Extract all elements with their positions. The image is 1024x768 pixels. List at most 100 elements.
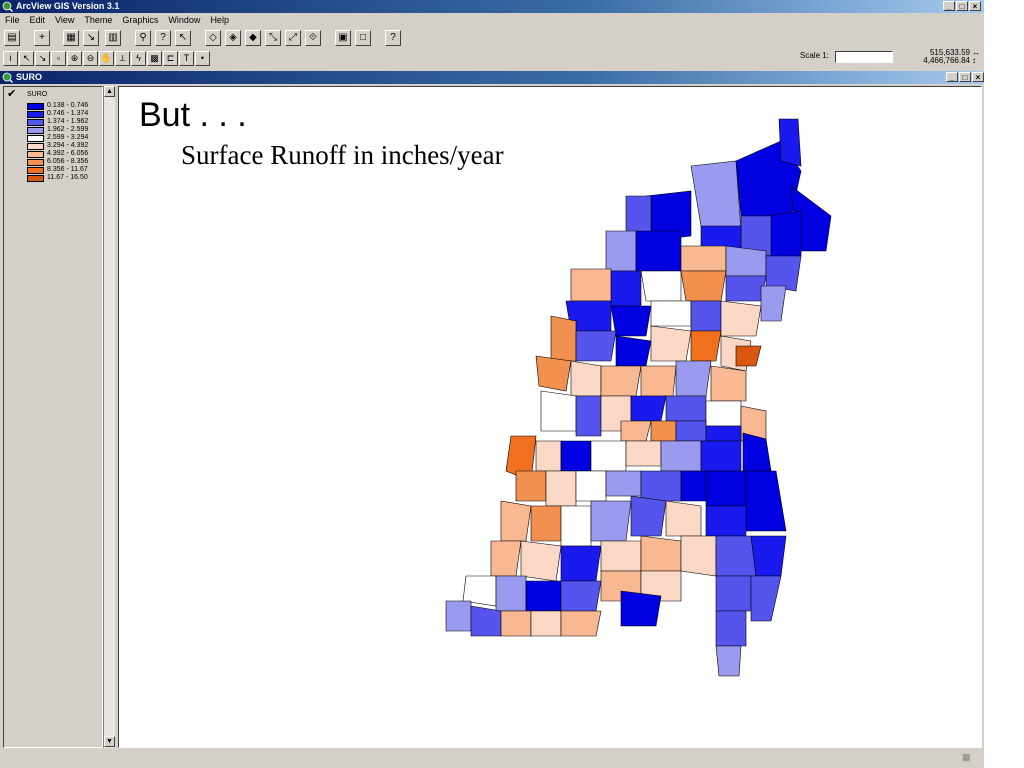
map-region — [680, 245, 727, 272]
theme-name[interactable]: SURO — [27, 91, 47, 98]
help-icon[interactable]: ? — [385, 30, 401, 46]
zoom-selected-icon[interactable]: ◆ — [245, 30, 261, 46]
map-region — [575, 470, 607, 502]
menu-theme[interactable]: Theme — [84, 15, 112, 25]
scale-input[interactable] — [835, 51, 893, 63]
map-region — [665, 395, 707, 422]
map-region — [610, 305, 652, 337]
zoom-in-tool-icon[interactable]: ⊕ — [67, 51, 82, 66]
menu-edit[interactable]: Edit — [30, 15, 46, 25]
view-window-title-bar: SURO _ □ × — [0, 71, 984, 84]
vertex-edit-icon[interactable]: ↘ — [35, 51, 50, 66]
identify-icon[interactable]: i — [3, 51, 18, 66]
map-region — [705, 425, 742, 442]
map-region — [742, 432, 772, 472]
view-restore-button[interactable]: □ — [959, 72, 971, 82]
label-icon[interactable]: ⊏ — [163, 51, 178, 66]
zoom-out-icon[interactable]: ⤢ — [285, 30, 301, 46]
zoom-out-tool-icon[interactable]: ⊖ — [83, 51, 98, 66]
draw-point-icon[interactable]: • — [195, 51, 210, 66]
map-region — [710, 365, 747, 402]
menu-view[interactable]: View — [55, 15, 74, 25]
edit-legend-icon[interactable]: ↘ — [83, 30, 99, 46]
menu-graphics[interactable]: Graphics — [122, 15, 158, 25]
map-region — [625, 440, 662, 467]
close-button[interactable]: × — [969, 1, 981, 11]
zoom-previous-icon[interactable]: ⟐ — [305, 30, 321, 46]
open-table-icon[interactable]: ▥ — [105, 30, 121, 46]
add-theme-icon[interactable]: + — [34, 30, 50, 46]
map-region — [750, 575, 782, 622]
zoom-full-extent-icon[interactable]: ◇ — [205, 30, 221, 46]
map-region — [500, 610, 532, 637]
save-icon[interactable]: ▤ — [4, 30, 20, 46]
map-region — [560, 440, 592, 472]
legend-label: 11.67 - 16.50 — [47, 174, 88, 181]
toc-scrollbar[interactable]: ▲ ▼ — [103, 86, 115, 748]
map-region — [630, 395, 667, 422]
app-title-bar: ArcView GIS Version 3.1 _ □ × — [0, 0, 984, 13]
hotlink-icon[interactable]: ϟ — [131, 51, 146, 66]
theme-properties-icon[interactable]: ▦ — [63, 30, 79, 46]
legend-swatch — [27, 175, 44, 182]
locate-address-icon[interactable]: ↖ — [175, 30, 191, 46]
slide-title: But . . . — [139, 96, 247, 134]
minimize-button[interactable]: _ — [943, 1, 955, 11]
menu-file[interactable]: File — [5, 15, 20, 25]
map-region — [500, 500, 532, 542]
map-region — [615, 335, 652, 367]
query-builder-icon[interactable]: ? — [155, 30, 171, 46]
menu-window[interactable]: Window — [168, 15, 200, 25]
map-region — [778, 118, 802, 167]
scale-label: Scale 1: — [800, 51, 829, 60]
map-region — [640, 470, 682, 502]
scroll-up-arrow-icon[interactable]: ▲ — [104, 86, 115, 97]
map-region — [640, 270, 682, 302]
legend-swatch — [27, 167, 44, 174]
legend-swatch — [27, 151, 44, 158]
view-minimize-button[interactable]: _ — [946, 72, 958, 82]
map-region — [715, 575, 752, 612]
legend-label: 6.056 - 8.356 — [47, 158, 89, 165]
theme-visible-checkbox[interactable]: ✔ — [7, 89, 16, 100]
resize-grip-icon[interactable]: ▦ — [962, 752, 971, 763]
legend-label: 8.356 - 11.67 — [47, 166, 88, 173]
maximize-button[interactable]: □ — [956, 1, 968, 11]
map-view[interactable] — [118, 86, 982, 748]
scroll-down-arrow-icon[interactable]: ▼ — [104, 736, 115, 747]
menu-bar: File Edit View Theme Graphics Window Help — [0, 13, 984, 27]
legend-label: 4.392 - 6.056 — [47, 150, 89, 157]
map-region — [600, 365, 642, 397]
zoom-in-icon[interactable]: ⤡ — [265, 30, 281, 46]
table-of-contents[interactable] — [3, 86, 103, 748]
pan-icon[interactable]: ✋ — [99, 51, 114, 66]
map-region — [610, 270, 642, 307]
pointer-icon[interactable]: ↖ — [19, 51, 34, 66]
select-feature-icon[interactable]: ▫ — [51, 51, 66, 66]
legend-swatch — [27, 127, 44, 134]
find-icon[interactable]: ⚲ — [135, 30, 151, 46]
map-region — [495, 575, 527, 612]
area-of-interest-icon[interactable]: ▩ — [147, 51, 162, 66]
map-region — [690, 330, 722, 362]
runoff-map — [445, 118, 832, 677]
map-region — [760, 285, 787, 322]
text-tool-icon[interactable]: T — [179, 51, 194, 66]
map-region — [605, 230, 637, 272]
map-region — [550, 315, 577, 362]
zoom-active-themes-icon[interactable]: ◈ — [225, 30, 241, 46]
clear-selection-icon[interactable]: □ — [355, 30, 371, 46]
map-region — [530, 505, 562, 542]
map-region — [560, 580, 602, 612]
map-region — [570, 268, 612, 302]
arcview-globe-icon — [2, 1, 13, 12]
select-features-icon[interactable]: ▣ — [335, 30, 351, 46]
measure-icon[interactable]: ⟂ — [115, 51, 130, 66]
map-region — [745, 470, 787, 532]
view-close-button[interactable]: × — [972, 72, 984, 82]
map-region — [690, 160, 742, 232]
map-region — [560, 610, 602, 637]
map-region — [675, 360, 712, 397]
menu-help[interactable]: Help — [210, 15, 229, 25]
map-region — [660, 440, 702, 472]
